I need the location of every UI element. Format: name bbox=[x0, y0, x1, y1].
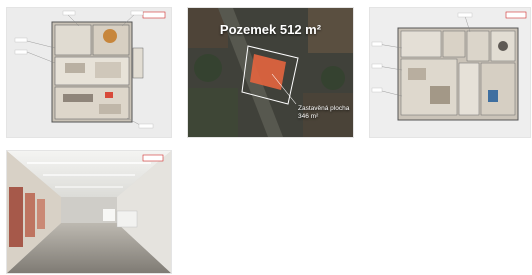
gallery-thumbnail-aerial[interactable]: Pozemek 512 m² Zastavěná plocha 346 m² bbox=[188, 8, 353, 137]
aerial-plot-title: Pozemek 512 m² bbox=[219, 22, 322, 37]
gallery-thumbnail-interior[interactable] bbox=[7, 151, 171, 273]
floorplan-image bbox=[7, 8, 171, 137]
aerial-built-area-label: Zastavěná plocha 346 m² bbox=[298, 105, 352, 121]
floorplan-2-image bbox=[370, 8, 530, 137]
built-area-value: 346 m² bbox=[298, 113, 319, 120]
gallery-thumbnail-floorplan-1[interactable] bbox=[7, 8, 171, 137]
built-area-caption: Zastavěná plocha bbox=[298, 105, 350, 112]
gallery-thumbnail-floorplan-2[interactable] bbox=[370, 8, 530, 137]
interior-image bbox=[7, 151, 171, 273]
